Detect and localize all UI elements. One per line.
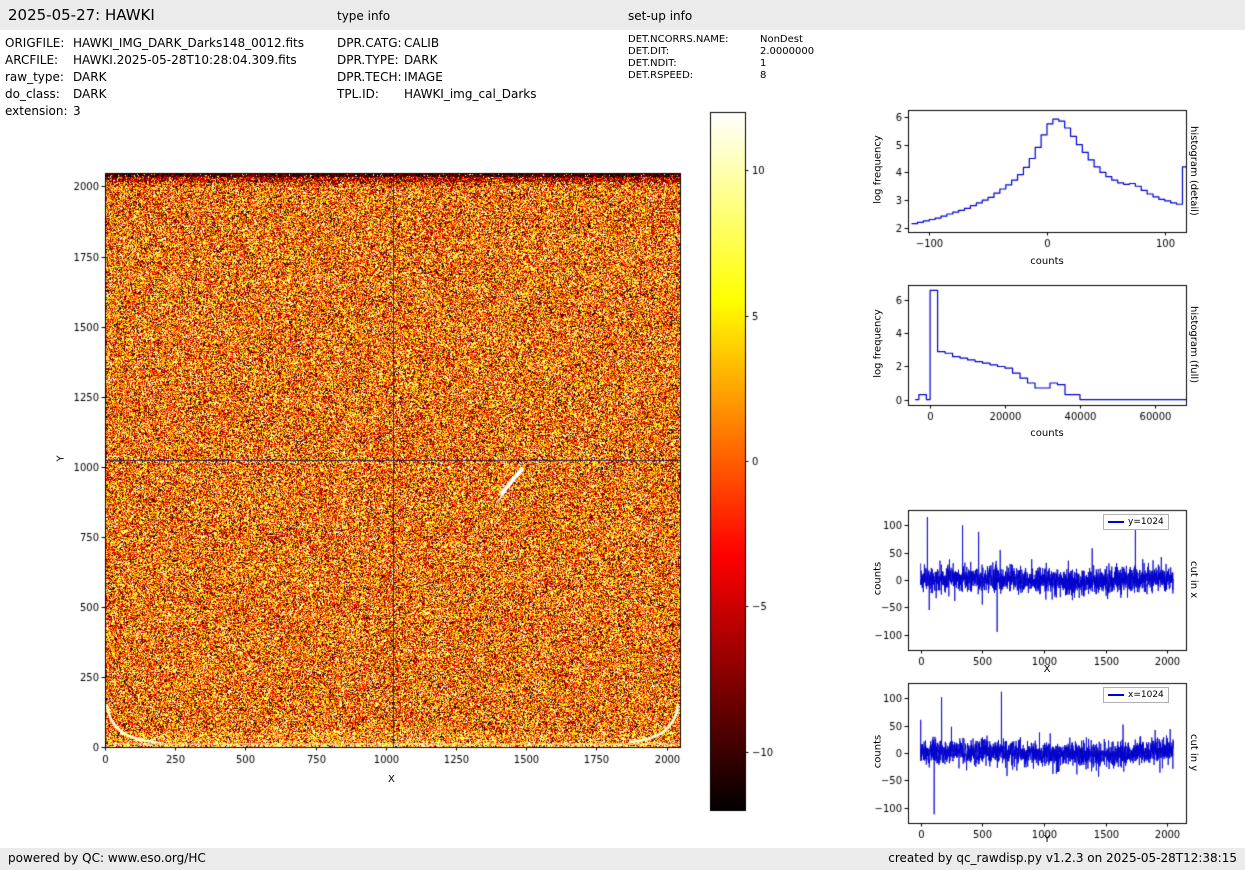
hist-detail-xlabel: counts xyxy=(1030,256,1064,267)
main-y-axis-label: Y xyxy=(55,455,67,462)
main-x-axis-label: X xyxy=(388,774,395,785)
header-bar: 2025-05-27: HAWKI type info set-up info xyxy=(0,0,1245,30)
page-title: 2025-05-27: HAWKI xyxy=(8,6,155,24)
footer-left-text: powered by QC: www.eso.org/HC xyxy=(8,851,206,865)
info-value: HAWKI.2025-05-28T10:28:04.309.fits xyxy=(73,53,297,67)
info-label: ARCFILE: xyxy=(5,53,59,67)
setup-info-heading: set-up info xyxy=(628,9,693,23)
hist-detail-title: histogram (detail) xyxy=(1188,126,1199,216)
info-value: DARK xyxy=(73,87,107,101)
cut-x-xlabel: X xyxy=(1043,664,1051,675)
info-label: DPR.TECH: xyxy=(337,70,402,84)
hist-detail-ylabel: log frequency xyxy=(872,135,884,204)
info-label: do_class: xyxy=(5,87,60,101)
cut-y-title: cut in y xyxy=(1188,734,1199,772)
info-label: DET.NCORRS.NAME: xyxy=(628,34,729,45)
cut-y-legend: x=1024 xyxy=(1103,687,1169,703)
info-label: raw_type: xyxy=(5,70,64,84)
info-value: IMAGE xyxy=(404,70,443,84)
info-label: DET.DIT: xyxy=(628,46,670,57)
hist-full-xlabel: counts xyxy=(1030,428,1064,439)
info-label: DET.RSPEED: xyxy=(628,70,694,81)
info-value: HAWKI_IMG_DARK_Darks148_0012.fits xyxy=(73,36,304,50)
info-value: NonDest xyxy=(760,34,803,45)
info-label: DPR.TYPE: xyxy=(337,53,399,67)
legend-line-swatch xyxy=(1108,694,1124,696)
cut-x-legend: y=1024 xyxy=(1103,514,1169,530)
info-value: 8 xyxy=(760,70,767,81)
info-value: DARK xyxy=(404,53,438,67)
hist-full-ylabel: log frequency xyxy=(872,309,884,378)
info-value: 1 xyxy=(760,58,767,69)
info-label: TPL.ID: xyxy=(337,87,379,101)
legend-line-swatch xyxy=(1108,521,1124,523)
hist-full-title: histogram (full) xyxy=(1188,306,1199,384)
info-value: CALIB xyxy=(404,36,440,50)
legend-label: y=1024 xyxy=(1128,517,1164,527)
cut-y-ylabel: counts xyxy=(872,734,884,769)
type-info-heading: type info xyxy=(337,9,391,23)
footer-right-text: created by qc_rawdisp.py v1.2.3 on 2025-… xyxy=(888,851,1237,865)
legend-label: x=1024 xyxy=(1128,690,1164,700)
cut-y-xlabel: Y xyxy=(1043,834,1051,845)
info-value: 3 xyxy=(73,104,81,118)
info-value: HAWKI_img_cal_Darks xyxy=(404,87,537,101)
info-label: ORIGFILE: xyxy=(5,36,65,50)
info-value: DARK xyxy=(73,70,107,84)
info-value: 2.0000000 xyxy=(760,46,815,57)
cut-x-ylabel: counts xyxy=(872,561,884,596)
info-label: DET.NDIT: xyxy=(628,58,677,69)
cut-x-title: cut in x xyxy=(1188,561,1199,599)
footer-bar: powered by QC: www.eso.org/HC created by… xyxy=(0,848,1245,870)
info-label: extension: xyxy=(5,104,68,118)
info-label: DPR.CATG: xyxy=(337,36,402,50)
